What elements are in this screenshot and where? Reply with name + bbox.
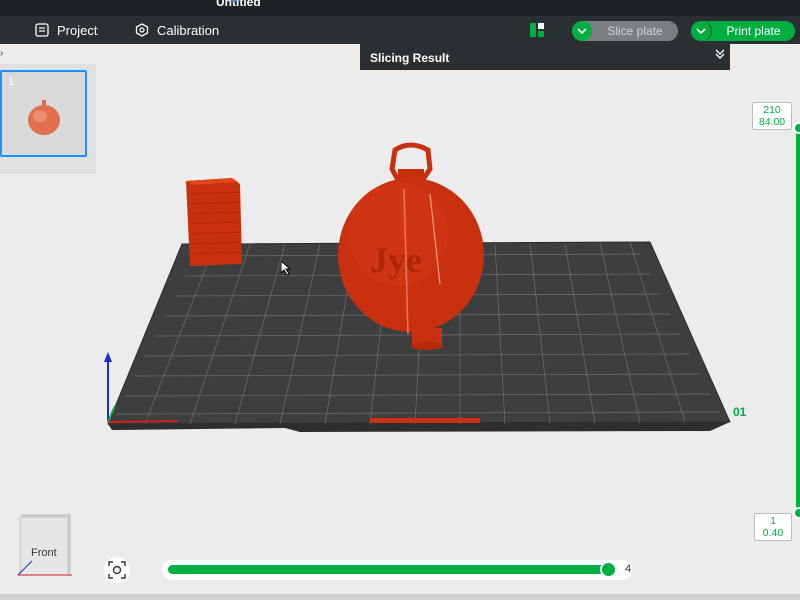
bottom-layer-readout: 1 0.40: [754, 513, 792, 541]
x-axis: [107, 420, 179, 423]
plate-thumbnail[interactable]: 1: [0, 70, 87, 157]
tower-model[interactable]: [186, 178, 242, 266]
view-cube[interactable]: [18, 513, 72, 577]
chevron-down-icon: [577, 28, 587, 35]
layout-icon[interactable]: [530, 23, 544, 37]
top-layer-height: 84.00: [758, 116, 786, 128]
slice-plate-button[interactable]: Slice plate: [572, 21, 678, 41]
chevron-down-icon: [696, 28, 706, 35]
sidebar-expand-icon[interactable]: ›: [0, 48, 8, 59]
layer-slider-bottom-handle[interactable]: [793, 507, 800, 519]
layer-slider-top-handle[interactable]: [793, 122, 800, 134]
z-axis-arrow: [104, 352, 112, 362]
project-icon: [35, 23, 49, 37]
print-plate-label: Print plate: [726, 24, 781, 38]
double-chevron-down-icon[interactable]: [714, 47, 726, 61]
plate-thumbnail-image: [28, 100, 60, 135]
main-toolbar: Project Calibration Slice plate Print pl…: [0, 16, 800, 44]
build-scene[interactable]: 01 Jye: [0, 44, 800, 600]
calibration-icon: [135, 23, 149, 37]
move-slider-handle[interactable]: [600, 561, 617, 578]
move-slider-track[interactable]: [168, 565, 608, 574]
view-cube-face-label: Front: [31, 547, 57, 559]
calibration-label: Calibration: [157, 22, 220, 38]
plate-number-marker: 01: [733, 405, 747, 419]
slicing-result-title: Slicing Result: [370, 51, 450, 65]
layer-slider-track[interactable]: [796, 128, 800, 514]
bottom-edge: [0, 594, 800, 600]
print-plate-button[interactable]: Print plate: [691, 21, 795, 41]
calibration-tab[interactable]: Calibration: [135, 16, 219, 44]
top-layer-readout: 210 84.00: [752, 102, 792, 130]
fit-view-icon: [108, 561, 126, 579]
slice-plate-label: Slice plate: [607, 24, 663, 38]
window-title-bar: Untitled: [0, 0, 800, 16]
fit-view-button[interactable]: [104, 557, 130, 583]
model-base-outline: [370, 418, 480, 423]
mouse-cursor: [281, 261, 291, 275]
top-layer-number: 210: [763, 104, 781, 116]
move-slider-value: 4: [625, 563, 632, 575]
print-dropdown-button[interactable]: [691, 21, 712, 41]
project-tab[interactable]: Project: [35, 16, 97, 44]
bottom-layer-height: 0.40: [762, 527, 784, 539]
slicing-result-panel[interactable]: Slicing Result: [360, 44, 730, 70]
project-label: Project: [57, 22, 98, 38]
window-title: Untitled: [216, 0, 261, 9]
slice-dropdown-button[interactable]: [572, 21, 592, 41]
bottom-layer-number: 1: [770, 515, 776, 527]
plate-thumbnail-index: 1: [8, 76, 15, 88]
svg-text:Jye: Jye: [370, 240, 422, 280]
